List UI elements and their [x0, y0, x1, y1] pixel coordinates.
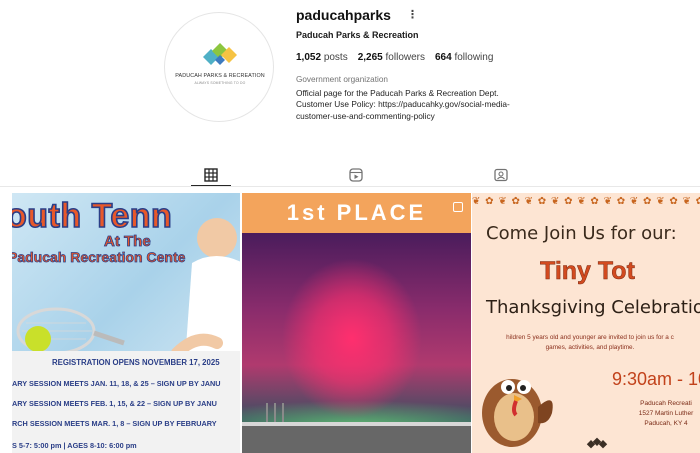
- reels-icon: [349, 168, 363, 182]
- post-thumbnail-first-place[interactable]: 1st PLACE: [242, 193, 471, 453]
- post-thumbnail-youth-tennis[interactable]: outh Tenn At The Paducah Recreation Cent…: [12, 193, 240, 453]
- bio-link-line[interactable]: customer-use-and-commenting-policy: [296, 111, 586, 122]
- username-row: paducahparks ⋮: [296, 6, 418, 24]
- post-address: Paducah Recreati 1527 Martin Luther Padu…: [638, 400, 694, 427]
- tennis-ball-icon: [25, 326, 51, 352]
- aurora-photo: [242, 233, 471, 453]
- avatar-org-name: PADUCAH PARKS & RECREATION: [175, 73, 265, 79]
- post-time: 9:30am - 10: [612, 369, 700, 389]
- tab-posts[interactable]: [191, 164, 231, 187]
- profile-avatar[interactable]: PADUCAH PARKS & RECREATION ALWAYS SOMETH…: [164, 12, 274, 122]
- post-ages-line: S 5-7: 5:00 pm | AGES 8-10: 6:00 pm: [12, 441, 137, 450]
- multi-photo-icon: [453, 202, 463, 212]
- tagged-icon: [494, 168, 508, 182]
- post-subtitle: Paducah Recreation Cente: [12, 249, 186, 266]
- post-registration-text: REGISTRATION OPENS NOVEMBER 17, 2025: [52, 358, 220, 367]
- stat-following[interactable]: 664 following: [435, 52, 493, 63]
- parks-logo-icon: [586, 437, 608, 449]
- post-subtitle: Thanksgiving Celebration: [486, 297, 700, 318]
- tabs-divider: [0, 186, 700, 187]
- stat-followers[interactable]: 2,265 followers: [358, 52, 425, 63]
- post-join-text: Come Join Us for our:: [486, 223, 677, 244]
- tab-tagged[interactable]: [481, 164, 521, 186]
- avatar-tagline: ALWAYS SOMETHING TO DO: [194, 81, 246, 85]
- bio-link-line[interactable]: Customer Use Policy: https://paducahky.g…: [296, 99, 586, 110]
- post-title: outh Tenn: [12, 196, 173, 236]
- tab-reels[interactable]: [336, 164, 376, 186]
- post-thumbnail-tiny-tot[interactable]: ❦ ✿ ❦ ✿ ❦ ✿ ❦ ✿ ❦ ✿ ❦ ✿ ❦ ✿ ❦ ✿ ❦ ✿ ❦ Co…: [472, 193, 700, 453]
- post-session-line: ARY SESSION MEETS FEB. 1, 15, & 22 – SIG…: [12, 399, 217, 408]
- ground-area: [242, 422, 471, 453]
- post-at-text: At The: [104, 233, 151, 251]
- profile-bio: Official page for the Paducah Parks & Re…: [296, 88, 586, 122]
- stat-posts: 1,052 posts: [296, 52, 348, 63]
- turkey-illustration: [482, 379, 553, 447]
- post-session-line: RCH SESSION MEETS MAR. 1, 8 – SIGN UP BY…: [12, 419, 217, 428]
- profile-full-name: Paducah Parks & Recreation: [296, 30, 419, 40]
- profile-username: paducahparks: [296, 7, 391, 23]
- bio-line: Official page for the Paducah Parks & Re…: [296, 88, 499, 98]
- parks-logo-icon: [203, 43, 237, 65]
- profile-stats: 1,052 posts 2,265 followers 664 followin…: [296, 52, 493, 63]
- profile-category: Government organization: [296, 75, 388, 84]
- post-session-line: ARY SESSION MEETS JAN. 11, 18, & 25 – SI…: [12, 379, 221, 388]
- post-title: Tiny Tot: [540, 257, 635, 286]
- post-banner-text: 1st PLACE: [286, 200, 427, 225]
- grid-icon: [204, 168, 218, 182]
- autumn-leaves-border-icon: ❦ ✿ ❦ ✿ ❦ ✿ ❦ ✿ ❦ ✿ ❦ ✿ ❦ ✿ ❦ ✿ ❦ ✿ ❦: [472, 196, 700, 207]
- post-banner: 1st PLACE: [242, 193, 471, 233]
- more-options-icon[interactable]: ⋮: [407, 9, 418, 21]
- post-details: hildren 5 years old and younger are invi…: [506, 334, 674, 351]
